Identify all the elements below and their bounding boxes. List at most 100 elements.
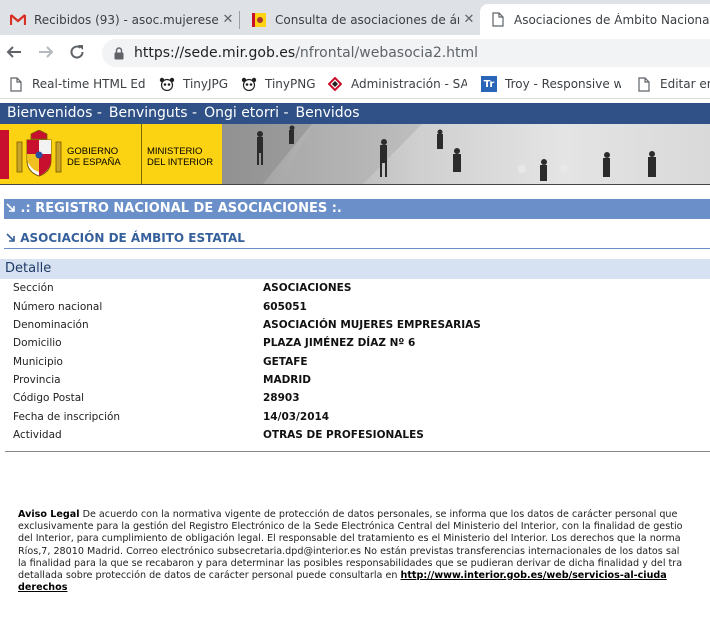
detail-row: Número nacional 605051: [0, 301, 710, 317]
browser-toolbar: https://sede.mir.gob.es/nfrontal/webasoc…: [0, 35, 710, 69]
subsection-header: ASOCIACIÓN DE ÁMBITO ESTATAL: [4, 229, 710, 249]
nav-link-benvinguts[interactable]: Benvinguts -: [109, 105, 197, 121]
bookmark-realtime-html[interactable]: Real-time HTML Edit: [8, 75, 146, 93]
bookmark-label: Editar ent: [660, 77, 710, 91]
detail-label: Código Postal: [13, 392, 85, 404]
tab-title: Recibidos (93) - asoc.mujeresemp: [34, 12, 218, 27]
panda-icon: [241, 76, 257, 92]
bookmark-label: TinyJPG: [183, 77, 229, 91]
detail-label: Sección: [13, 282, 54, 294]
gobierno-text: GOBIERNO DE ESPAÑA: [67, 146, 121, 168]
nav-link-benvidos[interactable]: Benvidos: [296, 105, 360, 121]
detail-title: Detalle: [5, 261, 52, 276]
close-icon[interactable]: ✕: [218, 12, 238, 27]
detail-value: ASOCIACIONES: [263, 282, 352, 294]
diamond-icon: [327, 76, 343, 92]
detail-value: 28903: [263, 392, 300, 404]
bookmark-administracion[interactable]: Administración - SAN: [327, 75, 467, 93]
reload-button[interactable]: [67, 42, 87, 62]
forward-button[interactable]: [36, 42, 56, 62]
legal-text: la finalidad para la que se recabaron y …: [18, 557, 683, 569]
detail-row: Municipio GETAFE: [0, 356, 710, 372]
legal-heading: Aviso Legal: [18, 509, 80, 520]
bookmark-label: Administración - SAN: [351, 77, 467, 91]
detail-value: OTRAS DE PROFESIONALES: [263, 429, 424, 441]
tab-gmail[interactable]: Recibidos (93) - asoc.mujeresemp ✕: [0, 4, 238, 35]
detail-row: Domicilio PLAZA JIMÉNEZ DÍAZ Nº 6: [0, 337, 710, 353]
legal-text: Ríos,7, 28010 Madrid. Correo electrónico…: [18, 545, 680, 557]
bookmark-editar[interactable]: Editar ent: [636, 75, 710, 93]
bookmark-label: Troy - Responsive we: [505, 77, 621, 91]
url-host: https://sede.mir.gob.es: [134, 45, 296, 61]
subsection-title: ASOCIACIÓN DE ÁMBITO ESTATAL: [20, 231, 245, 245]
url-path: /nfrontal/webasocia2.html: [295, 45, 479, 61]
detail-value: 14/03/2014: [263, 411, 330, 423]
nav-link-bienvenidos[interactable]: Bienvenidos -: [7, 105, 102, 121]
tab-title: Asociaciones de Ámbito Naciona: [514, 12, 710, 27]
bookmark-tinyjpg[interactable]: TinyJPG: [159, 75, 239, 93]
legal-text: del Interior, para cumplimiento de oblig…: [18, 533, 681, 545]
detail-divider: [5, 451, 710, 452]
detail-header: Detalle: [0, 259, 710, 279]
detail-label: Denominación: [13, 319, 89, 331]
detail-row: Provincia MADRID: [0, 374, 710, 390]
lock-icon: [114, 46, 124, 60]
ministerio-logo[interactable]: MINISTERIO DEL INTERIOR: [141, 124, 222, 185]
gov-icon: [251, 12, 267, 28]
page-icon: [8, 76, 24, 92]
bookmark-label: Real-time HTML Edit: [32, 77, 146, 91]
detail-row: Código Postal 28903: [0, 392, 710, 408]
tab-title: Consulta de asociaciones de ámbi: [275, 12, 459, 27]
bookmarks-bar: Real-time HTML Edit TinyJPG TinyPNG Admi…: [0, 69, 710, 99]
gobierno-logo[interactable]: GOBIERNO DE ESPAÑA: [0, 124, 141, 185]
detail-label: Municipio: [13, 356, 63, 368]
arrow-down-right-icon: [4, 199, 16, 219]
detail-value: ASOCIACIÓN MUJERES EMPRESARIAS: [263, 319, 481, 331]
detail-value: PLAZA JIMÉNEZ DÍAZ Nº 6: [263, 337, 416, 349]
bookmark-troy[interactable]: Tr Troy - Responsive we: [481, 75, 621, 93]
ministerio-text: MINISTERIO DEL INTERIOR: [147, 146, 213, 168]
page-icon: [490, 12, 506, 28]
flag-stripe: [0, 130, 9, 179]
detail-row: Sección ASOCIACIONES: [0, 282, 710, 298]
section-title: .: REGISTRO NACIONAL DE ASOCIACIONES :.: [20, 201, 342, 216]
detail-row: Fecha de inscripción 14/03/2014: [0, 411, 710, 427]
detail-row: Denominación ASOCIACIÓN MUJERES EMPRESARI…: [0, 319, 710, 335]
back-arrow-icon: [6, 46, 21, 58]
address-bar[interactable]: https://sede.mir.gob.es/nfrontal/webasoc…: [102, 39, 710, 67]
gmail-icon: [10, 12, 26, 28]
banner-divider: [0, 184, 710, 185]
nav-link-ongi-etorri[interactable]: Ongi etorri -: [204, 105, 288, 121]
detail-value: MADRID: [263, 374, 311, 386]
detail-value: GETAFE: [263, 356, 308, 368]
close-icon[interactable]: ✕: [459, 12, 479, 27]
detail-label: Número nacional: [13, 301, 103, 313]
ministerio-line-2: DEL INTERIOR: [147, 157, 214, 168]
forward-arrow-icon: [39, 46, 54, 58]
header-banner: GOBIERNO DE ESPAÑA MINISTERIO DEL INTERI…: [0, 124, 710, 185]
privacy-link[interactable]: http://www.interior.gob.es/web/servicios…: [401, 570, 667, 581]
page-icon: [636, 76, 652, 92]
legal-text: detallada sobre protección de datos de c…: [18, 569, 401, 581]
detail-label: Provincia: [13, 374, 61, 386]
tr-icon: Tr: [481, 76, 497, 92]
reload-icon: [70, 45, 84, 59]
bookmark-tinypng[interactable]: TinyPNG: [241, 75, 321, 93]
detail-label: Actividad: [13, 429, 62, 441]
back-button[interactable]: [4, 42, 24, 62]
people-walking-image: [222, 124, 656, 185]
banner-photo: [222, 124, 710, 185]
panda-icon: [159, 76, 175, 92]
detail-label: Fecha de inscripción: [13, 411, 121, 423]
arrow-down-right-icon: [4, 229, 16, 248]
language-nav: Bienvenidos - Benvinguts - Ongi etorri - Be…: [0, 103, 710, 124]
legal-text: De acuerdo con la normativa vigente de p…: [79, 509, 678, 520]
ministerio-line-1: MINISTERIO: [147, 146, 203, 157]
bookmark-label: TinyPNG: [265, 77, 316, 91]
tab-strip: Recibidos (93) - asoc.mujeresemp ✕ Consu…: [0, 0, 710, 35]
tab-consulta[interactable]: Consulta de asociaciones de ámbi ✕: [241, 4, 479, 35]
tab-asociaciones[interactable]: Asociaciones de Ámbito Naciona: [480, 4, 710, 35]
legal-notice: Aviso Legal De acuerdo con la normativa …: [18, 509, 710, 594]
privacy-link-continued[interactable]: derechos: [18, 582, 67, 593]
coat-of-arms-icon: [16, 130, 62, 177]
